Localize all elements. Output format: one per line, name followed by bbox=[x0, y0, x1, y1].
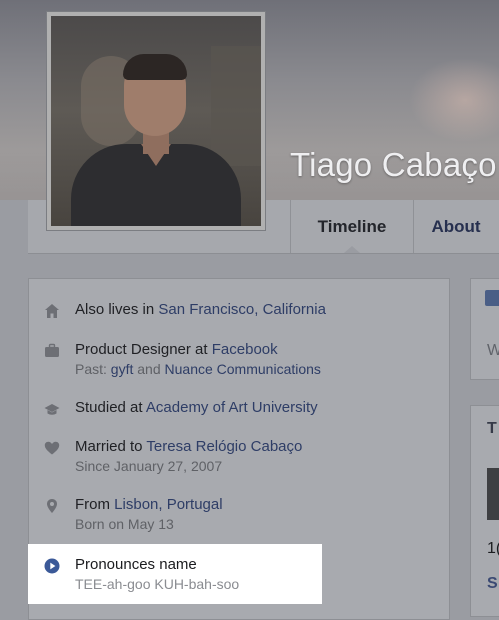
side-text-w: W bbox=[487, 342, 499, 359]
home-icon bbox=[45, 304, 59, 318]
avatar[interactable] bbox=[46, 11, 266, 231]
pronunciation-highlight bbox=[28, 544, 322, 604]
side-thumbnail[interactable] bbox=[487, 468, 499, 520]
side-count: 1( bbox=[487, 540, 499, 557]
side-title: T bbox=[487, 420, 497, 437]
heart-icon bbox=[44, 441, 60, 455]
employer-link[interactable]: Facebook bbox=[212, 341, 278, 358]
past-employer-link[interactable]: gyft bbox=[111, 361, 134, 377]
profile-name[interactable]: Tiago Cabaço bbox=[290, 146, 497, 184]
pronunciation-phonetic: TEE-ah-goo KUH-bah-soo bbox=[75, 576, 240, 592]
active-tab-caret bbox=[344, 246, 360, 253]
graduation-cap-icon bbox=[44, 404, 60, 415]
school-link[interactable]: Academy of Art University bbox=[146, 399, 318, 416]
past-employer-link[interactable]: Nuance Communications bbox=[165, 361, 321, 377]
hometown-link[interactable]: Lisbon, Portugal bbox=[114, 496, 222, 513]
avatar-photo bbox=[51, 16, 261, 226]
play-icon[interactable] bbox=[44, 558, 60, 574]
pronunciation-title: Pronounces name bbox=[75, 556, 197, 573]
tab-about[interactable]: About bbox=[413, 200, 499, 253]
spouse-link[interactable]: Teresa Relógio Cabaço bbox=[146, 438, 302, 455]
location-pin-icon bbox=[47, 499, 57, 513]
briefcase-icon bbox=[45, 343, 59, 357]
city-link[interactable]: San Francisco, California bbox=[158, 301, 326, 318]
side-link[interactable]: S bbox=[487, 575, 498, 593]
edit-icon[interactable] bbox=[485, 290, 499, 306]
